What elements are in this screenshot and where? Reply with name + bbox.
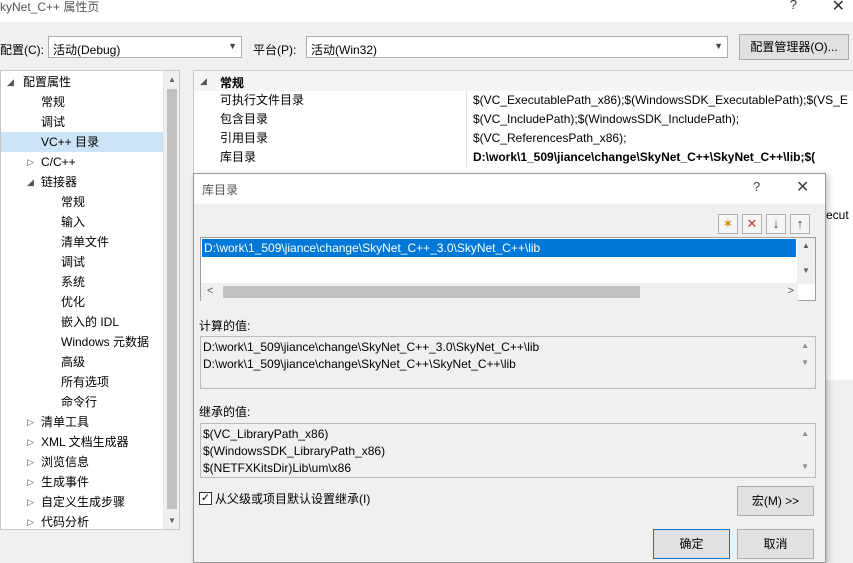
- config-label: 配置(C):: [0, 43, 44, 57]
- property-row-include-dirs[interactable]: 包含目录 $(VC_IncludePath);$(WindowsSDK_Incl…: [194, 110, 853, 129]
- expand-icon[interactable]: ◢: [7, 72, 14, 92]
- scroll-right-icon[interactable]: >: [788, 285, 794, 297]
- evaluated-value-label: 计算的值:: [199, 319, 251, 333]
- tree-item-linker-all-options[interactable]: 所有选项: [1, 372, 164, 392]
- config-manager-button[interactable]: 配置管理器(O)...: [739, 34, 849, 60]
- tree-item-general[interactable]: 常规: [1, 92, 164, 112]
- title-bar: kyNet_C++ 属性页 ? ✕: [0, 0, 853, 22]
- directory-list[interactable]: D:\work\1_509\jiance\change\SkyNet_C++_3…: [200, 237, 816, 301]
- tree-item-custom-build[interactable]: ▷ 自定义生成步骤: [1, 492, 164, 512]
- expand-icon[interactable]: ▷: [27, 452, 34, 472]
- evaluated-line: D:\work\1_509\jiance\change\SkyNet_C++_3…: [203, 340, 540, 354]
- inherited-line: $(NETFXKitsDir)Lib\um\x86: [203, 461, 352, 475]
- property-row-reference-dirs[interactable]: 引用目录 $(VC_ReferencesPath_x86);: [194, 129, 853, 148]
- tree-item-debugging[interactable]: 调试: [1, 112, 164, 132]
- delete-icon[interactable]: ✕: [742, 214, 762, 234]
- cancel-button[interactable]: 取消: [737, 529, 814, 559]
- collapse-icon[interactable]: ◢: [200, 76, 207, 87]
- chevron-down-icon: ▼: [714, 41, 723, 51]
- scroll-down-icon[interactable]: ▼: [801, 358, 809, 367]
- scroll-up-icon[interactable]: ▲: [168, 75, 176, 84]
- platform-label: 平台(P):: [253, 43, 297, 57]
- property-row-executable-dirs[interactable]: 可执行文件目录 $(VC_ExecutablePath_x86);$(Windo…: [194, 91, 853, 110]
- tree-item-linker-advanced[interactable]: 高级: [1, 352, 164, 372]
- ok-button[interactable]: 确定: [653, 529, 730, 559]
- scroll-up-icon[interactable]: ▲: [801, 429, 809, 438]
- evaluated-line: D:\work\1_509\jiance\change\SkyNet_C++\S…: [203, 357, 516, 371]
- tree-item-build-events[interactable]: ▷ 生成事件: [1, 472, 164, 492]
- evaluated-value-box: D:\work\1_509\jiance\change\SkyNet_C++_3…: [200, 336, 816, 389]
- scrollbar-thumb[interactable]: [223, 286, 640, 298]
- inherited-line: $(WindowsSDK_LibraryPath_x86): [203, 444, 386, 458]
- move-up-icon[interactable]: ↑: [790, 214, 810, 234]
- tree-item-linker-optimization[interactable]: 优化: [1, 292, 164, 312]
- expand-icon[interactable]: ▷: [27, 432, 34, 452]
- inherited-value-label: 继承的值:: [199, 405, 251, 419]
- list-item[interactable]: D:\work\1_509\jiance\change\SkyNet_C++_3…: [202, 239, 796, 257]
- scroll-down-icon[interactable]: ▼: [801, 462, 809, 471]
- tree-item-linker-winmd[interactable]: Windows 元数据: [1, 332, 164, 352]
- property-row-library-dirs[interactable]: 库目录 D:\work\1_509\jiance\change\SkyNet_C…: [194, 148, 853, 167]
- inherited-value-box: $(VC_LibraryPath_x86) $(WindowsSDK_Libra…: [200, 423, 816, 478]
- inherited-line: $(VC_LibraryPath_x86): [203, 427, 329, 441]
- tree-item-linker-debugging[interactable]: 调试: [1, 252, 164, 272]
- macros-button[interactable]: 宏(M) >>: [737, 486, 814, 516]
- expand-icon[interactable]: ▷: [27, 412, 34, 432]
- close-button[interactable]: ✕: [832, 0, 845, 16]
- tree-item-browse-info[interactable]: ▷ 浏览信息: [1, 452, 164, 472]
- truncated-value: ecut: [826, 208, 849, 222]
- tree-item-linker-system[interactable]: 系统: [1, 272, 164, 292]
- dialog-help-button[interactable]: ?: [753, 179, 760, 194]
- dialog-title: 库目录: [202, 183, 239, 197]
- chevron-down-icon: ▼: [228, 41, 237, 51]
- property-grid-right-edge: ecut: [826, 180, 853, 380]
- platform-combo[interactable]: 活动(Win32) ▼: [306, 36, 728, 58]
- tree-item-linker-input[interactable]: 输入: [1, 212, 164, 232]
- tree-item-linker-manifest[interactable]: 清单文件: [1, 232, 164, 252]
- scroll-up-icon[interactable]: ▲: [801, 341, 809, 350]
- window-title: kyNet_C++ 属性页: [0, 0, 100, 14]
- configuration-row: 配置(C): 活动(Debug) ▼ 平台(P): 活动(Win32) ▼ 配置…: [0, 34, 853, 62]
- tree-item-linker-command-line[interactable]: 命令行: [1, 392, 164, 412]
- list-horizontal-scrollbar[interactable]: < >: [201, 283, 798, 301]
- category-label: 常规: [220, 76, 245, 90]
- scroll-down-icon[interactable]: ▼: [168, 516, 176, 525]
- inherit-checkbox[interactable]: ✓: [199, 492, 212, 505]
- dialog-title-bar: 库目录 ? ✕: [194, 174, 825, 204]
- expand-icon[interactable]: ▷: [27, 472, 34, 492]
- expand-icon[interactable]: ▷: [27, 512, 34, 529]
- property-grid: ◢ 常规 可执行文件目录 $(VC_ExecutablePath_x86);$(…: [193, 70, 853, 180]
- tree-scrollbar[interactable]: ▲ ▼: [163, 71, 179, 529]
- tree-item-vc-directories[interactable]: VC++ 目录: [1, 132, 164, 152]
- list-vertical-scrollbar[interactable]: ▲ ▼: [797, 238, 815, 284]
- tree-item-xml-doc[interactable]: ▷ XML 文档生成器: [1, 432, 164, 452]
- category-general[interactable]: ◢ 常规: [194, 71, 853, 91]
- config-value: 活动(Debug): [53, 43, 121, 57]
- collapse-icon[interactable]: ◢: [27, 172, 34, 192]
- new-line-icon[interactable]: ✶: [718, 214, 738, 234]
- tree-item-linker[interactable]: ◢ 链接器: [1, 172, 164, 192]
- library-directories-dialog: 库目录 ? ✕ ✶ ✕ ↓ ↑ D:\work\1_509\jiance\cha…: [193, 173, 826, 563]
- tree-item-config-properties[interactable]: ◢ 配置属性: [1, 72, 164, 92]
- property-tree: ◢ 配置属性 常规 调试 VC++ 目录 ▷ C/C++ ◢ 链接器 常规 输入…: [0, 70, 180, 530]
- tree-item-code-analysis[interactable]: ▷ 代码分析: [1, 512, 164, 529]
- scroll-left-icon[interactable]: <: [207, 285, 213, 297]
- tree-item-manifest-tool[interactable]: ▷ 清单工具: [1, 412, 164, 432]
- platform-value: 活动(Win32): [311, 43, 378, 57]
- expand-icon[interactable]: ▷: [27, 492, 34, 512]
- tree-item-linker-idl[interactable]: 嵌入的 IDL: [1, 312, 164, 332]
- scroll-up-icon[interactable]: ▲: [802, 241, 810, 250]
- scroll-down-icon[interactable]: ▼: [802, 266, 810, 275]
- scrollbar-thumb[interactable]: [167, 89, 177, 509]
- help-button[interactable]: ?: [790, 0, 797, 12]
- inherit-checkbox-label[interactable]: 从父级或项目默认设置继承(I): [215, 490, 370, 507]
- tree-item-c-cpp[interactable]: ▷ C/C++: [1, 152, 164, 172]
- expand-icon[interactable]: ▷: [27, 152, 34, 172]
- move-down-icon[interactable]: ↓: [766, 214, 786, 234]
- tree-item-linker-general[interactable]: 常规: [1, 192, 164, 212]
- config-combo[interactable]: 活动(Debug) ▼: [48, 36, 242, 58]
- dialog-close-button[interactable]: ✕: [796, 177, 809, 197]
